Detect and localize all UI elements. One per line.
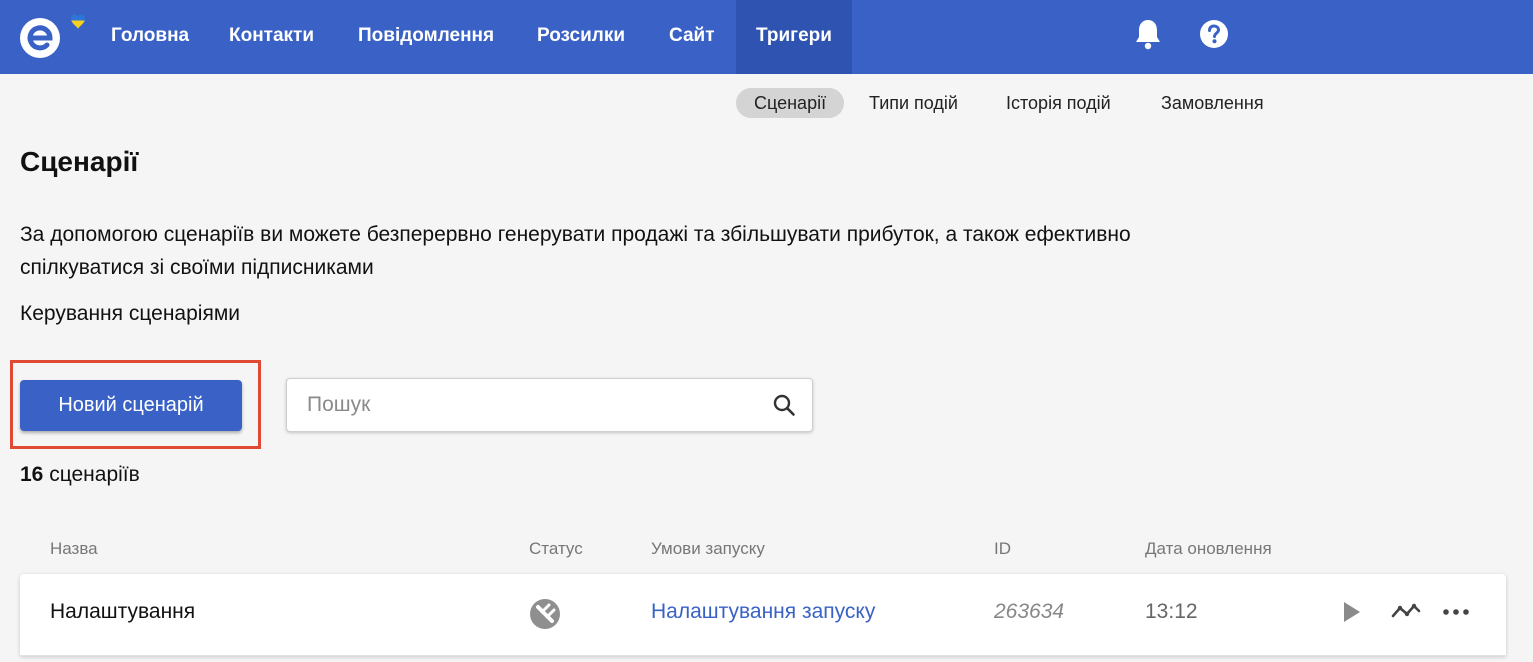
column-header-launch-conditions[interactable]: Умови запуску (651, 539, 765, 559)
manage-label: Керування сценаріями (20, 302, 240, 325)
help-icon[interactable] (1198, 16, 1230, 52)
more-icon[interactable] (1440, 598, 1472, 626)
search-icon[interactable] (772, 393, 796, 417)
play-icon[interactable] (1336, 598, 1368, 626)
scenario-count: 16 сценаріїв (20, 463, 140, 487)
search-input[interactable] (287, 379, 757, 431)
subnav-scenarios[interactable]: Сценарії (736, 88, 845, 118)
page-title: Сценарії (20, 146, 139, 177)
stats-icon[interactable] (1390, 598, 1422, 626)
search-box (286, 378, 813, 432)
page-description: За допомогою сценаріїв ви можете безпере… (20, 223, 1131, 279)
scenario-name[interactable]: Налаштування (50, 600, 195, 624)
nav-item-campaigns[interactable]: Розсилки (537, 0, 625, 74)
top-navbar: Головна Контакти Повідомлення Розсилки С… (0, 0, 1533, 74)
scenario-updated: 13:12 (1145, 600, 1198, 623)
subnav-event-types[interactable]: Типи подій (869, 88, 958, 118)
scenario-count-label: сценаріїв (49, 463, 140, 486)
nav-item-messages[interactable]: Повідомлення (358, 0, 494, 74)
disabled-status-icon (530, 599, 560, 629)
column-header-name[interactable]: Назва (50, 539, 98, 559)
nav-item-site[interactable]: Сайт (669, 0, 715, 74)
nav-item-home[interactable]: Головна (111, 0, 189, 74)
subnav-orders[interactable]: Замовлення (1161, 88, 1264, 118)
nav-item-contacts[interactable]: Контакти (229, 0, 314, 74)
nav-item-triggers[interactable]: Тригери (736, 0, 852, 74)
subnav-event-history[interactable]: Історія подій (1006, 88, 1111, 118)
launch-settings-link[interactable]: Налаштування запуску (651, 600, 875, 624)
bell-icon[interactable] (1132, 16, 1164, 52)
column-header-id[interactable]: ID (994, 539, 1011, 559)
scenario-id: 263634 (994, 600, 1065, 623)
scenario-count-number: 16 (20, 463, 44, 486)
new-scenario-button[interactable]: Новий сценарій (20, 380, 242, 431)
row-divider (20, 655, 1506, 656)
column-header-updated[interactable]: Дата оновлення (1145, 539, 1272, 559)
envelope-e-logo-icon[interactable] (16, 12, 90, 62)
column-header-status[interactable]: Статус (529, 539, 583, 559)
